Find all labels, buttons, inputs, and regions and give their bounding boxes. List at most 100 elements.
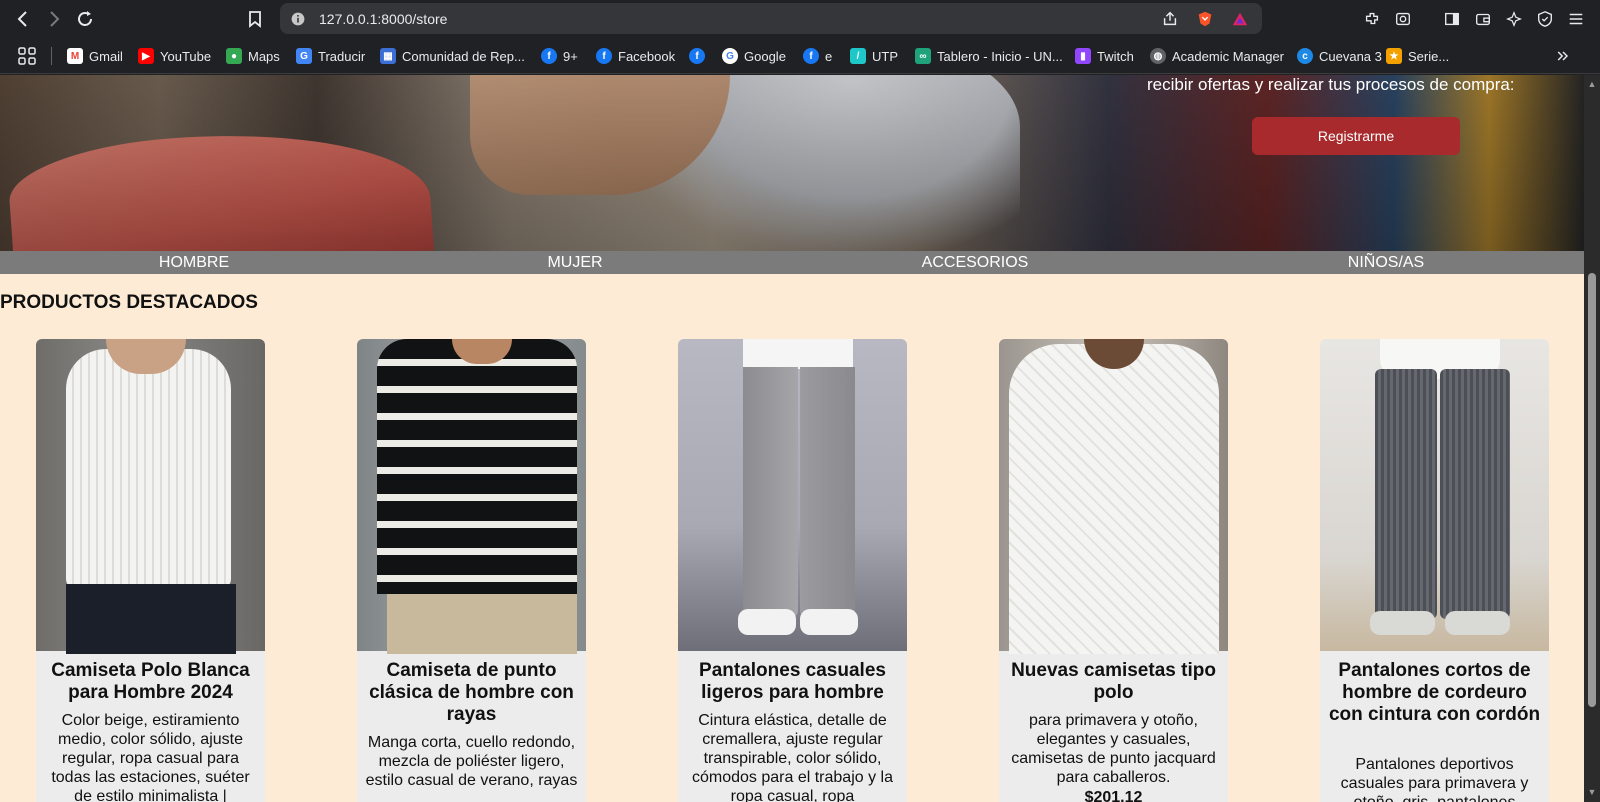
nav-hombre[interactable]: HOMBRE	[159, 254, 229, 272]
product-title[interactable]: Pantalones cortos de hombre de cordeuro …	[1326, 660, 1543, 726]
brave-rewards-icon[interactable]	[1230, 9, 1250, 29]
product-title[interactable]: Pantalones casuales ligeros para hombre	[684, 660, 901, 704]
apps-icon[interactable]	[17, 46, 37, 66]
leo-ai-icon[interactable]	[1503, 8, 1525, 30]
bookmark-label: Google	[744, 48, 786, 64]
reload-icon[interactable]	[72, 6, 98, 32]
bookmark-facebook-e[interactable]: fe	[803, 46, 832, 66]
bookmark-cuevana[interactable]: c Cuevana 3	[1297, 46, 1382, 66]
twitch-icon: ▮	[1075, 48, 1091, 64]
more-bookmarks-icon[interactable]	[1555, 46, 1571, 66]
bookmark-facebook-2[interactable]: f	[689, 46, 705, 66]
hero-overlay	[0, 75, 1584, 257]
utp-icon: /	[850, 48, 866, 64]
wallet-icon[interactable]	[1472, 8, 1494, 30]
category-nav: HOMBRE MUJER ACCESORIOS NIÑOS/AS	[0, 251, 1584, 274]
bookmark-label: Comunidad de Rep...	[402, 48, 525, 64]
product-title[interactable]: Camiseta Polo Blanca para Hombre 2024	[42, 660, 259, 704]
url-text[interactable]: 127.0.0.1:8000/store	[319, 11, 447, 27]
browser-toolbar: 127.0.0.1:8000/store	[0, 0, 1600, 37]
sidebar-icon[interactable]	[1441, 8, 1463, 30]
bookmark-label: YouTube	[160, 48, 212, 64]
tablero-icon: ∞	[915, 48, 931, 64]
nav-accesorios[interactable]: ACCESORIOS	[922, 254, 1029, 272]
site-info-icon[interactable]	[288, 9, 308, 29]
bookmark-label: Gmail	[89, 48, 123, 64]
product-image[interactable]	[678, 339, 907, 651]
screenshot-icon[interactable]	[1392, 8, 1414, 30]
facebook-icon: f	[689, 48, 705, 64]
product-description: Cintura elástica, detalle de cremallera,…	[692, 712, 893, 802]
facebook-icon: f	[541, 48, 557, 64]
product-image[interactable]	[999, 339, 1228, 654]
bookmark-academic-manager[interactable]: ◍ Academic Manager	[1150, 46, 1284, 66]
bookmark-tablero[interactable]: ∞ Tablero - Inicio - UN...	[915, 46, 1063, 66]
nav-ninos[interactable]: NIÑOS/AS	[1348, 254, 1424, 272]
nav-mujer[interactable]: MUJER	[547, 254, 602, 272]
back-icon[interactable]	[10, 6, 36, 32]
bookmarks-divider	[51, 47, 52, 65]
product-description: para primavera y otoño, elegantes y casu…	[1011, 712, 1216, 786]
register-button[interactable]: Registrarme	[1252, 117, 1460, 155]
bookmark-label: Traducir	[318, 48, 366, 64]
share-icon[interactable]	[1160, 9, 1180, 29]
product-description: Pantalones deportivos casuales para prim…	[1340, 756, 1529, 802]
product-description: Manga corta, cuello redondo, mezcla de p…	[365, 734, 578, 789]
facebook-icon: f	[803, 48, 819, 64]
cuevana-icon: c	[1297, 48, 1313, 64]
scroll-up-icon[interactable]: ▲	[1587, 79, 1597, 89]
bookmark-google[interactable]: G Google	[722, 46, 786, 66]
product-card[interactable]: Camiseta de punto clásica de hombre con …	[357, 339, 586, 802]
bookmark-facebook[interactable]: f Facebook	[596, 46, 675, 66]
bookmark-label: Tablero - Inicio - UN...	[937, 48, 1063, 64]
extensions-icon[interactable]	[1361, 8, 1383, 30]
gmail-icon: M	[67, 48, 83, 64]
bookmark-traducir[interactable]: G Traducir	[296, 46, 365, 66]
product-image[interactable]	[1320, 339, 1549, 651]
scroll-thumb[interactable]	[1588, 273, 1596, 707]
product-card[interactable]: Pantalones cortos de hombre de cordeuro …	[1320, 339, 1549, 802]
address-bar[interactable]: 127.0.0.1:8000/store	[280, 3, 1262, 34]
section-title: PRODUCTOS DESTACADOS	[0, 292, 258, 313]
bookmark-label: UTP	[872, 48, 898, 64]
product-card[interactable]: Nuevas camisetas tipo polo para primaver…	[999, 339, 1228, 802]
bookmark-twitch[interactable]: ▮ Twitch	[1075, 46, 1134, 66]
facebook-icon: f	[596, 48, 612, 64]
scroll-down-icon[interactable]: ▼	[1587, 787, 1597, 797]
calendar-icon: ▦	[380, 48, 396, 64]
bookmark-comunidad[interactable]: ▦ Comunidad de Rep...	[380, 46, 525, 66]
maps-icon: ●	[226, 48, 242, 64]
product-title[interactable]: Camiseta de punto clásica de hombre con …	[363, 660, 580, 726]
page-scrollbar[interactable]: ▲ ▼	[1584, 75, 1600, 802]
bookmark-label: Facebook	[618, 48, 676, 64]
bookmark-series[interactable]: ★ Serie...	[1386, 46, 1449, 66]
product-image[interactable]	[36, 339, 265, 654]
bookmark-label: Cuevana 3	[1319, 48, 1382, 64]
star-icon: ★	[1386, 48, 1402, 64]
bookmark-label: Academic Manager	[1172, 48, 1284, 64]
product-title[interactable]: Nuevas camisetas tipo polo	[1005, 660, 1222, 704]
bookmarks-bar: M Gmail ▶ YouTube ● Maps G Traducir ▦ Comunid…	[0, 37, 1600, 74]
product-image[interactable]	[357, 339, 586, 654]
bookmark-label: Serie...	[1408, 48, 1450, 64]
bookmark-page-icon[interactable]	[242, 6, 268, 32]
bookmark-label: 9+	[563, 48, 578, 64]
product-description: Color beige, estiramiento medio, color s…	[51, 712, 250, 802]
product-card[interactable]: Camiseta Polo Blanca para Hombre 2024 Co…	[36, 339, 265, 802]
bookmark-label: e	[825, 48, 833, 64]
globe-icon: ◍	[1150, 48, 1166, 64]
hero-text: recibir ofertas y realizar tus procesos …	[1147, 75, 1515, 94]
vpn-shield-icon[interactable]	[1534, 8, 1556, 30]
bookmark-label: Twitch	[1097, 48, 1134, 64]
bookmark-utp[interactable]: / UTP	[850, 46, 898, 66]
brave-shield-icon[interactable]	[1195, 9, 1215, 29]
product-card[interactable]: Pantalones casuales ligeros para hombre …	[678, 339, 907, 802]
bookmark-maps[interactable]: ● Maps	[226, 46, 280, 66]
forward-icon[interactable]	[41, 6, 67, 32]
product-price: $201.12	[1084, 789, 1143, 802]
bookmark-facebook-9[interactable]: f 9+	[541, 46, 578, 66]
bookmark-youtube[interactable]: ▶ YouTube	[138, 46, 211, 66]
google-icon: G	[722, 48, 738, 64]
menu-icon[interactable]	[1565, 8, 1587, 30]
bookmark-gmail[interactable]: M Gmail	[67, 46, 123, 66]
